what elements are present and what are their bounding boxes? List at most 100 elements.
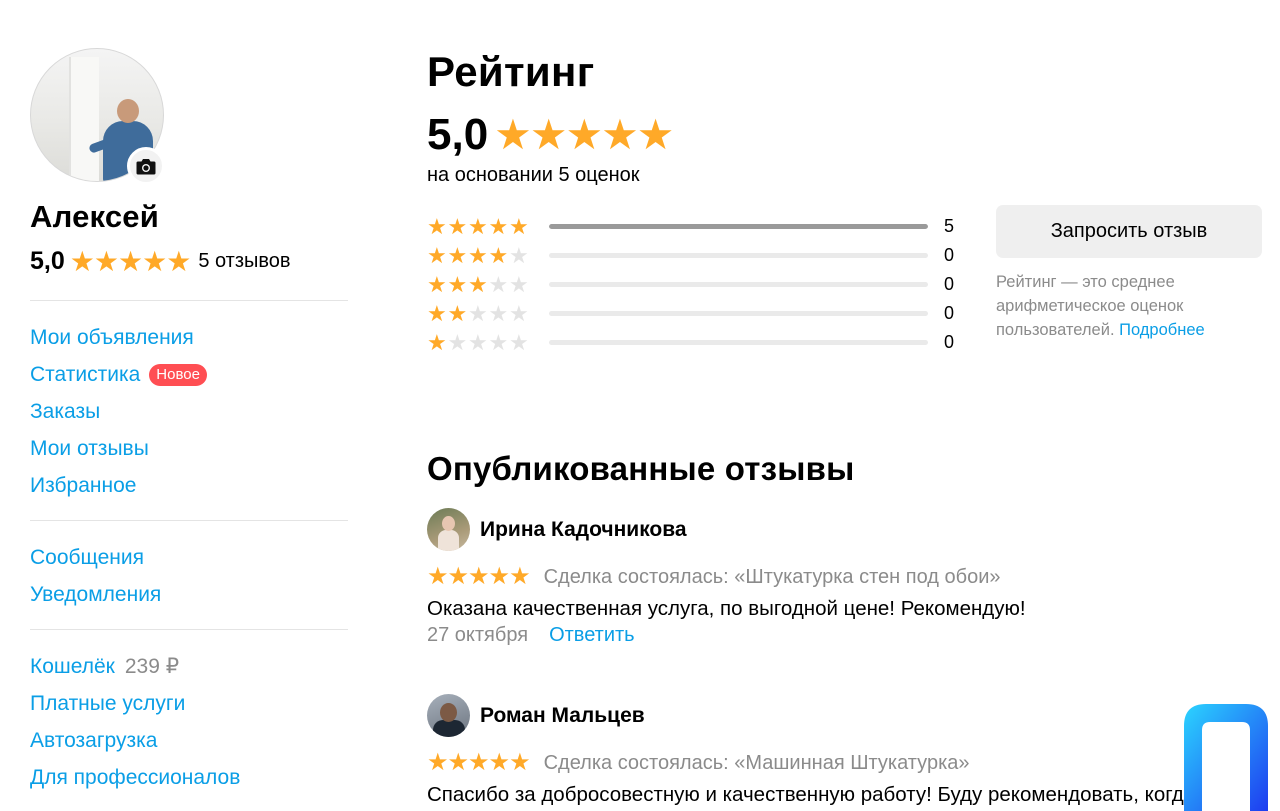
star-icon: ★: [488, 300, 509, 326]
reviewer-name[interactable]: Ирина Кадочникова: [480, 518, 687, 542]
breakdown-bar: [549, 311, 928, 316]
star-icon: ★: [166, 245, 192, 277]
star-icon: ★: [494, 111, 532, 158]
star-icon: ★: [427, 242, 447, 268]
breakdown-row: ★ ★ ★ ★ ★ 5: [427, 212, 967, 241]
star-icon: ★: [427, 213, 447, 239]
breakdown-row: ★ ★ ★ ★ ★ 0: [427, 241, 967, 270]
sidebar-item-paid-services[interactable]: Платные услуги: [30, 685, 348, 722]
review-item: Ирина Кадочникова ★ ★ ★ ★ ★ Сделка состо…: [427, 508, 1267, 647]
request-review-button[interactable]: Запросить отзыв: [996, 205, 1262, 258]
star-icon: ★: [636, 111, 675, 158]
breakdown-stars: ★ ★ ★ ★ ★: [427, 213, 549, 239]
review-header: Ирина Кадочникова: [427, 508, 1267, 551]
breakdown-bar: [549, 253, 928, 258]
review-date: 27 октября: [427, 624, 529, 646]
sidebar-item-label: Сообщения: [30, 545, 144, 569]
sidebar-item-wallet[interactable]: Кошелёк 239 ₽: [30, 648, 348, 685]
reviewer-avatar[interactable]: [427, 508, 470, 551]
star-icon: ★: [509, 300, 529, 326]
sidebar-item-statistics[interactable]: Статистика Новое: [30, 356, 348, 393]
star-icon: ★: [468, 242, 488, 268]
sidebar-item-favorites[interactable]: Избранное: [30, 467, 348, 504]
sidebar-item-label: Для профессионалов: [30, 765, 241, 789]
request-review-block: Запросить отзыв Рейтинг — это среднее ар…: [996, 205, 1262, 357]
star-icon: ★: [488, 271, 509, 297]
profile-avatar-block: [30, 48, 166, 185]
breakdown-count: 0: [944, 332, 955, 352]
rating-score: 5,0: [427, 110, 489, 159]
breakdown-bar: [549, 282, 928, 287]
reply-link[interactable]: Ответить: [549, 624, 635, 647]
sidebar-item-autoload[interactable]: Автозагрузка: [30, 722, 348, 759]
star-icon: ★: [142, 245, 168, 277]
star-icon: ★: [488, 563, 511, 590]
review-header: Роман Мальцев: [427, 694, 1267, 737]
sidebar-item-my-ads[interactable]: Мои объявления: [30, 319, 348, 356]
camera-icon: [136, 158, 156, 174]
nav-group-main: Мои объявления Статистика Новое Заказы М…: [30, 301, 348, 520]
star-icon: ★: [93, 245, 119, 277]
star-icon: ★: [447, 271, 468, 297]
star-icon: ★: [488, 242, 509, 268]
star-icon: ★: [468, 213, 488, 239]
breakdown-count: 0: [944, 245, 955, 265]
rating-more-link[interactable]: Подробнее: [1119, 321, 1205, 339]
breakdown-bar: [549, 224, 928, 229]
sidebar-item-orders[interactable]: Заказы: [30, 393, 348, 430]
reviewer-avatar[interactable]: [427, 694, 470, 737]
rating-breakdown-area: ★ ★ ★ ★ ★ 5 ★ ★ ★ ★ ★ 0 ★ ★ ★ ★ ★ 0 ★ ★ ★ ★ ★ 0 ★ ★ ★ ★ ★: [427, 205, 1267, 357]
sidebar-item-messages[interactable]: Сообщения: [30, 539, 348, 576]
star-icon: ★: [509, 329, 529, 355]
star-icon: ★: [447, 213, 468, 239]
wallet-balance: 239 ₽: [124, 655, 180, 678]
avatar-photo-door: [69, 57, 99, 181]
user-reviews-count[interactable]: 5 отзывов: [198, 250, 290, 273]
breakdown-row: ★ ★ ★ ★ ★ 0: [427, 328, 967, 357]
reviewer-avatar-body: [438, 530, 459, 551]
user-rating-value: 5,0: [30, 247, 65, 275]
review-stars: ★ ★ ★ ★ ★: [427, 749, 531, 776]
reviewer-avatar-face: [442, 516, 455, 531]
star-icon: ★: [488, 213, 509, 239]
sidebar-item-for-pros[interactable]: Для профессионалов: [30, 759, 348, 796]
change-photo-button[interactable]: [127, 147, 165, 185]
avatar-photo-head: [117, 99, 139, 123]
sidebar-item-label: Автозагрузка: [30, 728, 158, 752]
rating-basis: на основании 5 оценок: [427, 164, 640, 186]
reviewer-avatar-body: [433, 720, 465, 737]
profile-sidebar: Алексей 5,0 ★ ★ ★ ★ ★ 5 отзывов Мои объя…: [30, 48, 348, 811]
star-icon: ★: [509, 213, 529, 239]
sidebar-item-label: Кошелёк: [30, 654, 115, 678]
breakdown-stars: ★ ★ ★ ★ ★: [427, 242, 549, 268]
sidebar-item-notifications[interactable]: Уведомления: [30, 576, 348, 613]
star-icon: ★: [447, 300, 468, 326]
review-text: Спасибо за добросовестную и качественную…: [427, 783, 1196, 806]
star-icon: ★: [468, 300, 488, 326]
sidebar-item-label: Платные услуги: [30, 691, 186, 715]
star-icon: ★: [468, 271, 488, 297]
star-icon: ★: [447, 242, 468, 268]
review-deal: Сделка состоялась: «Штукатурка стен под …: [543, 565, 1001, 588]
star-icon: ★: [468, 749, 490, 776]
sidebar-item-label: Заказы: [30, 399, 101, 423]
review-stars: ★ ★ ★ ★ ★: [427, 563, 531, 590]
star-icon: ★: [509, 242, 529, 268]
breakdown-row: ★ ★ ★ ★ ★ 0: [427, 270, 967, 299]
sidebar-item-label: Статистика: [30, 362, 141, 386]
sidebar-item-label: Избранное: [30, 473, 137, 497]
sidebar-item-my-reviews[interactable]: Мои отзывы: [30, 430, 348, 467]
star-icon: ★: [509, 563, 531, 590]
page-title: Рейтинг: [427, 48, 595, 95]
review-deal: Сделка состоялась: «Машинная Штукатурка»: [543, 751, 970, 774]
star-icon: ★: [427, 329, 447, 355]
reviewer-name[interactable]: Роман Мальцев: [480, 704, 645, 728]
new-badge: Новое: [149, 363, 207, 386]
sidebar-item-label: Мои объявления: [30, 325, 194, 349]
sidebar-item-label: Мои отзывы: [30, 436, 149, 460]
star-icon: ★: [565, 111, 604, 158]
star-icon: ★: [69, 245, 95, 277]
rating-note: Рейтинг — это среднее арифметическое оце…: [996, 270, 1262, 342]
breakdown-bar-fill: [549, 224, 928, 229]
review-item: Роман Мальцев ★ ★ ★ ★ ★ Сделка состоялас…: [427, 694, 1267, 811]
